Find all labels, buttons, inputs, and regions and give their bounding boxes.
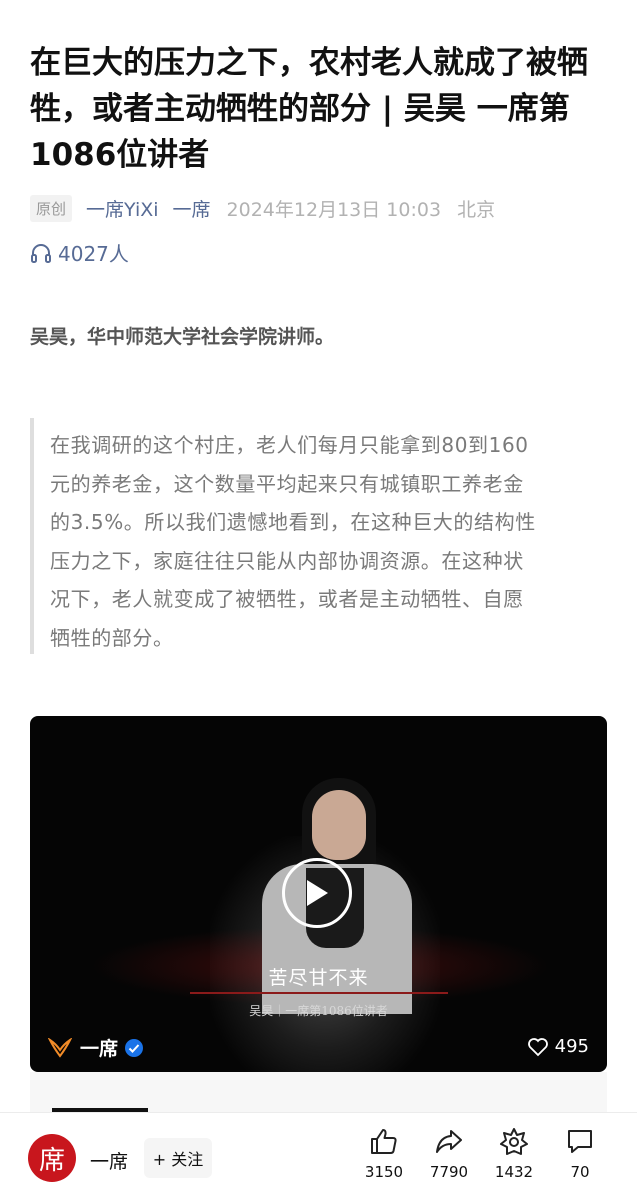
author-link[interactable]: 一席YiXi — [86, 195, 159, 222]
account-name[interactable]: 一席 — [90, 1147, 128, 1174]
bottom-action-bar: 席 一席 + 关注 3150 7790 1432 70 — [0, 1112, 637, 1199]
quote-line: 牺牲的部分。 — [50, 625, 174, 650]
quote-line: 的3.5%。所以我们遗憾地看到，在这种巨大的结构性 — [50, 510, 536, 534]
quote-line: 况下，老人就变成了被牺牲，或者是主动牺牲、自愿 — [50, 587, 524, 611]
quote-line: 元的养老金，这个数量平均起来只有城镇职工养老金 — [50, 471, 524, 496]
like-count: 3150 — [364, 1163, 404, 1181]
recommend-icon — [500, 1128, 528, 1155]
comment-icon — [568, 1130, 592, 1153]
comment-count: 70 — [570, 1163, 590, 1181]
video-caption: 苦尽甘不来 — [268, 967, 369, 989]
original-badge: 原创 — [30, 194, 73, 222]
speaker-face — [312, 790, 366, 860]
comment-button[interactable]: 70 — [555, 1127, 605, 1181]
publish-date: 2024年12月13日 10:03 — [226, 198, 442, 221]
video-like-count: 495 — [554, 1036, 589, 1057]
quote-text: 在我调研的这个村庄，老人们每月只能拿到80到160 元的养老金，这个数量平均起来… — [50, 426, 608, 657]
caption-divider — [190, 992, 448, 994]
account-link[interactable]: 一席 — [173, 195, 211, 222]
quote-line: 压力之下，家庭往往只能从内部协调资源。在这种状 — [50, 548, 524, 573]
article-title: 在巨大的压力之下，农村老人就成了被牺牲，或者主动牺牲的部分 | 吴昊 一席第10… — [30, 45, 588, 173]
thumbs-up-icon — [371, 1129, 397, 1154]
quote-block: 在我调研的这个村庄，老人们每月只能拿到80到160 元的养老金，这个数量平均起来… — [30, 418, 608, 654]
play-icon — [307, 880, 328, 906]
video-subcaption: 吴昊｜一席第1086位讲者 — [249, 1004, 388, 1018]
share-count: 7790 — [429, 1163, 469, 1181]
share-button[interactable]: 7790 — [424, 1127, 474, 1181]
listen-button[interactable]: 4027人 — [30, 238, 129, 267]
listen-count: 4027人 — [58, 242, 129, 266]
video-brand-name: 一席 — [80, 1038, 119, 1060]
video-channel[interactable]: 一席 — [48, 1034, 144, 1061]
recommend-count: 1432 — [494, 1163, 534, 1181]
publish-location: 北京 — [457, 198, 496, 221]
like-button[interactable]: 3150 — [359, 1127, 409, 1181]
play-button[interactable] — [282, 858, 352, 928]
share-icon — [436, 1130, 462, 1153]
follow-button[interactable]: + 关注 — [144, 1138, 212, 1178]
article-meta: 原创 一席YiXi 一席 2024年12月13日 10:03 北京 — [30, 193, 495, 223]
video-player[interactable]: 苦尽甘不来 吴昊｜一席第1086位讲者 一席 495 — [30, 716, 607, 1072]
yixi-logo-icon — [48, 1037, 72, 1058]
speaker-intro: 吴昊，华中师范大学社会学院讲师。 — [30, 326, 335, 348]
verified-icon — [125, 1038, 144, 1057]
heart-icon — [527, 1037, 548, 1056]
account-avatar[interactable]: 席 — [28, 1134, 76, 1182]
video-like-button[interactable]: 495 — [527, 1036, 589, 1057]
recommend-button[interactable]: 1432 — [489, 1127, 539, 1181]
quote-line: 在我调研的这个村庄，老人们每月只能拿到80到160 — [50, 433, 529, 457]
headphones-icon — [31, 243, 51, 263]
next-content-card — [30, 1072, 607, 1112]
